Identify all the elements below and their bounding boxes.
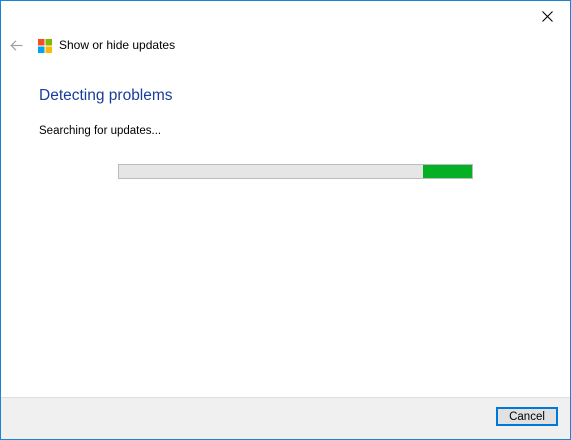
page-heading: Detecting problems — [39, 87, 173, 104]
back-arrow-icon — [9, 39, 22, 51]
cancel-button[interactable]: Cancel — [496, 407, 558, 426]
progress-fill — [422, 165, 472, 178]
close-icon — [542, 10, 553, 22]
back-button[interactable] — [6, 35, 26, 55]
progress-bar — [118, 164, 473, 179]
close-button[interactable] — [525, 1, 570, 31]
logo-tile-yellow — [45, 46, 52, 53]
footer-bar: Cancel — [1, 397, 570, 439]
logo-tile-green — [45, 39, 52, 46]
logo-tile-blue — [38, 46, 45, 53]
dialog-window: Show or hide updates Detecting problems … — [0, 0, 571, 440]
windows-logo-icon — [38, 39, 52, 53]
status-text: Searching for updates... — [39, 125, 162, 137]
window-title: Show or hide updates — [59, 38, 176, 52]
logo-tile-red — [38, 39, 45, 46]
